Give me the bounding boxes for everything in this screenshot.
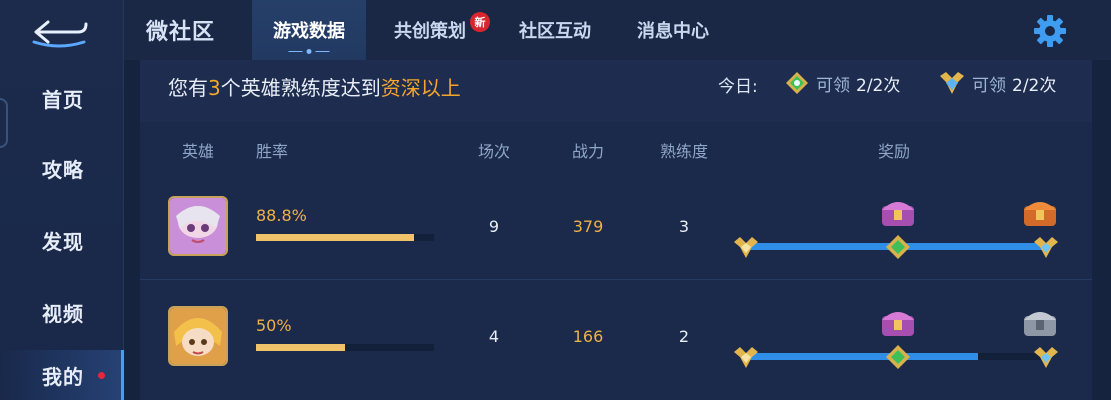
proficiency-value: 2	[678, 327, 690, 346]
notification-dot	[98, 371, 105, 379]
purple-chest-icon[interactable]	[878, 194, 918, 230]
claim-count: 2/2次	[1012, 75, 1057, 96]
hero-avatar[interactable]	[168, 306, 228, 366]
table-row[interactable]: 50% 4 166 2	[140, 282, 1092, 390]
winrate-bar-fill	[256, 344, 345, 351]
daily-reward-green[interactable]: 可领 2/2次	[784, 70, 900, 96]
today-label: 今日:	[718, 77, 758, 97]
winrate-bar	[256, 234, 434, 241]
sidebar-item-discover[interactable]: 发现	[0, 220, 124, 260]
matches-value: 9	[488, 217, 500, 236]
silver-chest-icon[interactable]	[1020, 304, 1060, 340]
purple-chest-icon[interactable]	[878, 304, 918, 340]
sidebar-item-label: 首页	[42, 87, 84, 112]
blue-medal-icon	[1034, 237, 1058, 258]
green-medal-icon	[886, 345, 910, 369]
header-matches: 场次	[478, 142, 511, 161]
sidebar-item-label: 攻略	[42, 157, 84, 182]
tab-label: 社区互动	[519, 21, 591, 42]
sidebar: 首页 攻略 发现 视频 我的	[0, 0, 124, 400]
sidebar-item-label: 视频	[42, 301, 84, 326]
sidebar-item-home[interactable]: 首页	[0, 78, 124, 118]
green-medal-icon	[786, 72, 808, 94]
gold-medal-icon	[734, 237, 758, 258]
header-proficiency: 熟练度	[660, 142, 709, 161]
new-badge: 新	[470, 12, 490, 32]
power-value: 379	[572, 217, 604, 236]
active-tab-indicator	[288, 49, 330, 54]
sidebar-item-videos[interactable]: 视频	[0, 292, 124, 332]
tab-label: 共创策划	[394, 21, 466, 42]
tab-community[interactable]: 社区互动	[500, 0, 610, 60]
tab-label: 游戏数据	[273, 21, 345, 42]
sidebar-item-label: 发现	[42, 229, 84, 254]
proficiency-level: 资深以上	[380, 76, 461, 100]
proficiency-summary: 您有3个英雄熟练度达到资深以上 今日: 可领 2/2次 可领 2/2次	[140, 60, 1092, 122]
gold-medal-icon	[734, 347, 758, 368]
gear-icon[interactable]	[1033, 14, 1067, 48]
tab-game-data[interactable]: 游戏数据	[252, 0, 366, 60]
claim-count: 2/2次	[856, 75, 901, 96]
top-nav: 微社区 游戏数据 共创策划 新 社区互动 消息中心	[124, 0, 1111, 60]
power-value: 166	[572, 327, 604, 346]
gold-medal-icon	[940, 72, 964, 94]
header-hero: 英雄	[182, 142, 215, 161]
winrate-bar-fill	[256, 234, 415, 241]
blue-medal-icon	[1034, 347, 1058, 368]
header-reward: 奖励	[878, 142, 911, 161]
summary-text: 您有3个英雄熟练度达到资深以上	[168, 72, 461, 101]
sidebar-item-guides[interactable]: 攻略	[0, 148, 124, 188]
sidebar-item-mine[interactable]: 我的	[0, 350, 124, 400]
hero-table: 英雄 胜率 场次 战力 熟练度 奖励 88.8% 9 379 3 50% 4 1…	[140, 122, 1092, 400]
back-arrow-icon[interactable]	[26, 14, 92, 50]
claim-label: 可领	[972, 75, 1006, 96]
proficiency-value: 3	[678, 217, 690, 236]
summary-prefix: 您有	[168, 76, 208, 100]
winrate-bar	[256, 344, 434, 351]
winrate-value: 50%	[256, 316, 292, 335]
header-power: 战力	[572, 142, 605, 161]
matches-value: 4	[488, 327, 500, 346]
header-winrate: 胜率	[256, 142, 289, 161]
winrate-value: 88.8%	[256, 206, 307, 225]
table-row[interactable]: 88.8% 9 379 3	[140, 172, 1092, 280]
green-medal-icon	[886, 235, 910, 259]
tab-label: 消息中心	[637, 21, 709, 42]
hero-avatar[interactable]	[168, 196, 228, 256]
brand-title: 微社区	[146, 20, 216, 45]
tab-messages[interactable]: 消息中心	[618, 0, 728, 60]
orange-chest-icon[interactable]	[1020, 194, 1060, 230]
claim-label: 可领	[816, 75, 850, 96]
tab-co-creation[interactable]: 共创策划	[380, 0, 480, 60]
reward-progress-fill	[744, 353, 978, 360]
summary-middle: 个英雄熟练度达到	[220, 76, 381, 100]
hero-count: 3	[208, 76, 221, 100]
daily-reward-gold[interactable]: 可领 2/2次	[938, 70, 1056, 96]
sidebar-item-label: 我的	[42, 364, 84, 389]
